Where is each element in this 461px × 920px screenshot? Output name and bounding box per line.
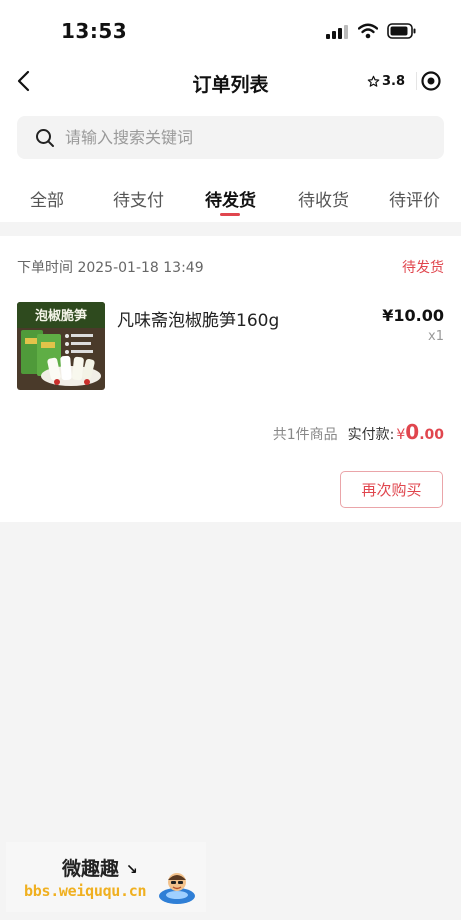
watermark: 微趣趣 ↘ bbs.weiququ.cn bbox=[6, 842, 206, 912]
status-time: 13:53 bbox=[61, 19, 128, 43]
item-count: 共1件商品 bbox=[272, 427, 338, 443]
order-status: 待发货 bbox=[402, 260, 444, 276]
rating-button[interactable]: 3.8 bbox=[360, 64, 412, 98]
paid-label: 实付款: bbox=[347, 427, 395, 443]
tab-all[interactable]: 全部 bbox=[30, 186, 64, 211]
order-time: 下单时间 2025-01-18 13:49 bbox=[17, 260, 204, 276]
rebuy-button[interactable]: 再次购买 bbox=[340, 471, 443, 508]
product-name[interactable]: 凡味斋泡椒脆笋160g bbox=[117, 306, 279, 331]
tab-pending-shipment[interactable]: 待发货 bbox=[205, 186, 256, 211]
search-input[interactable] bbox=[65, 116, 425, 159]
rating-value: 3.8 bbox=[381, 73, 406, 89]
capsule-divider bbox=[416, 72, 417, 90]
paid-amount-decimal: .00 bbox=[419, 427, 444, 443]
header-area: 13:53 订单列表 3.8 请输入搜索关键词 全部 待支付 待发货 待收货 待… bbox=[0, 0, 461, 222]
order-summary: 共1件商品 实付款: ¥ 0 .00 bbox=[273, 420, 444, 444]
cellular-signal-icon bbox=[326, 25, 348, 39]
active-tab-indicator bbox=[220, 213, 240, 216]
battery-icon bbox=[387, 23, 416, 39]
product-image[interactable]: 泡椒脆笋 bbox=[17, 302, 105, 390]
search-icon bbox=[36, 129, 54, 147]
tab-pending-payment[interactable]: 待支付 bbox=[113, 186, 164, 211]
order-card[interactable]: 下单时间 2025-01-18 13:49 待发货 泡椒脆笋 凡味斋泡椒脆笋16… bbox=[0, 236, 461, 522]
watermark-title: 微趣趣 bbox=[62, 858, 120, 880]
close-target-icon[interactable] bbox=[420, 70, 442, 92]
mascot-icon bbox=[159, 873, 195, 904]
currency-symbol: ¥ bbox=[396, 427, 406, 443]
tab-pending-receipt[interactable]: 待收货 bbox=[298, 186, 349, 211]
watermark-decoration: ↘ bbox=[126, 862, 138, 878]
search-bar[interactable] bbox=[17, 116, 444, 159]
product-image-label: 泡椒脆笋 bbox=[35, 308, 87, 324]
star-icon bbox=[367, 75, 380, 87]
wifi-icon bbox=[358, 23, 378, 39]
product-price: ¥10.00 bbox=[382, 306, 444, 325]
watermark-url: bbs.weiququ.cn bbox=[24, 882, 147, 900]
back-icon[interactable] bbox=[12, 68, 38, 94]
product-quantity: x1 bbox=[428, 329, 444, 344]
paid-amount-integer: 0 bbox=[405, 420, 420, 444]
tab-pending-review[interactable]: 待评价 bbox=[389, 186, 440, 211]
mini-program-capsule: 3.8 bbox=[360, 64, 452, 98]
